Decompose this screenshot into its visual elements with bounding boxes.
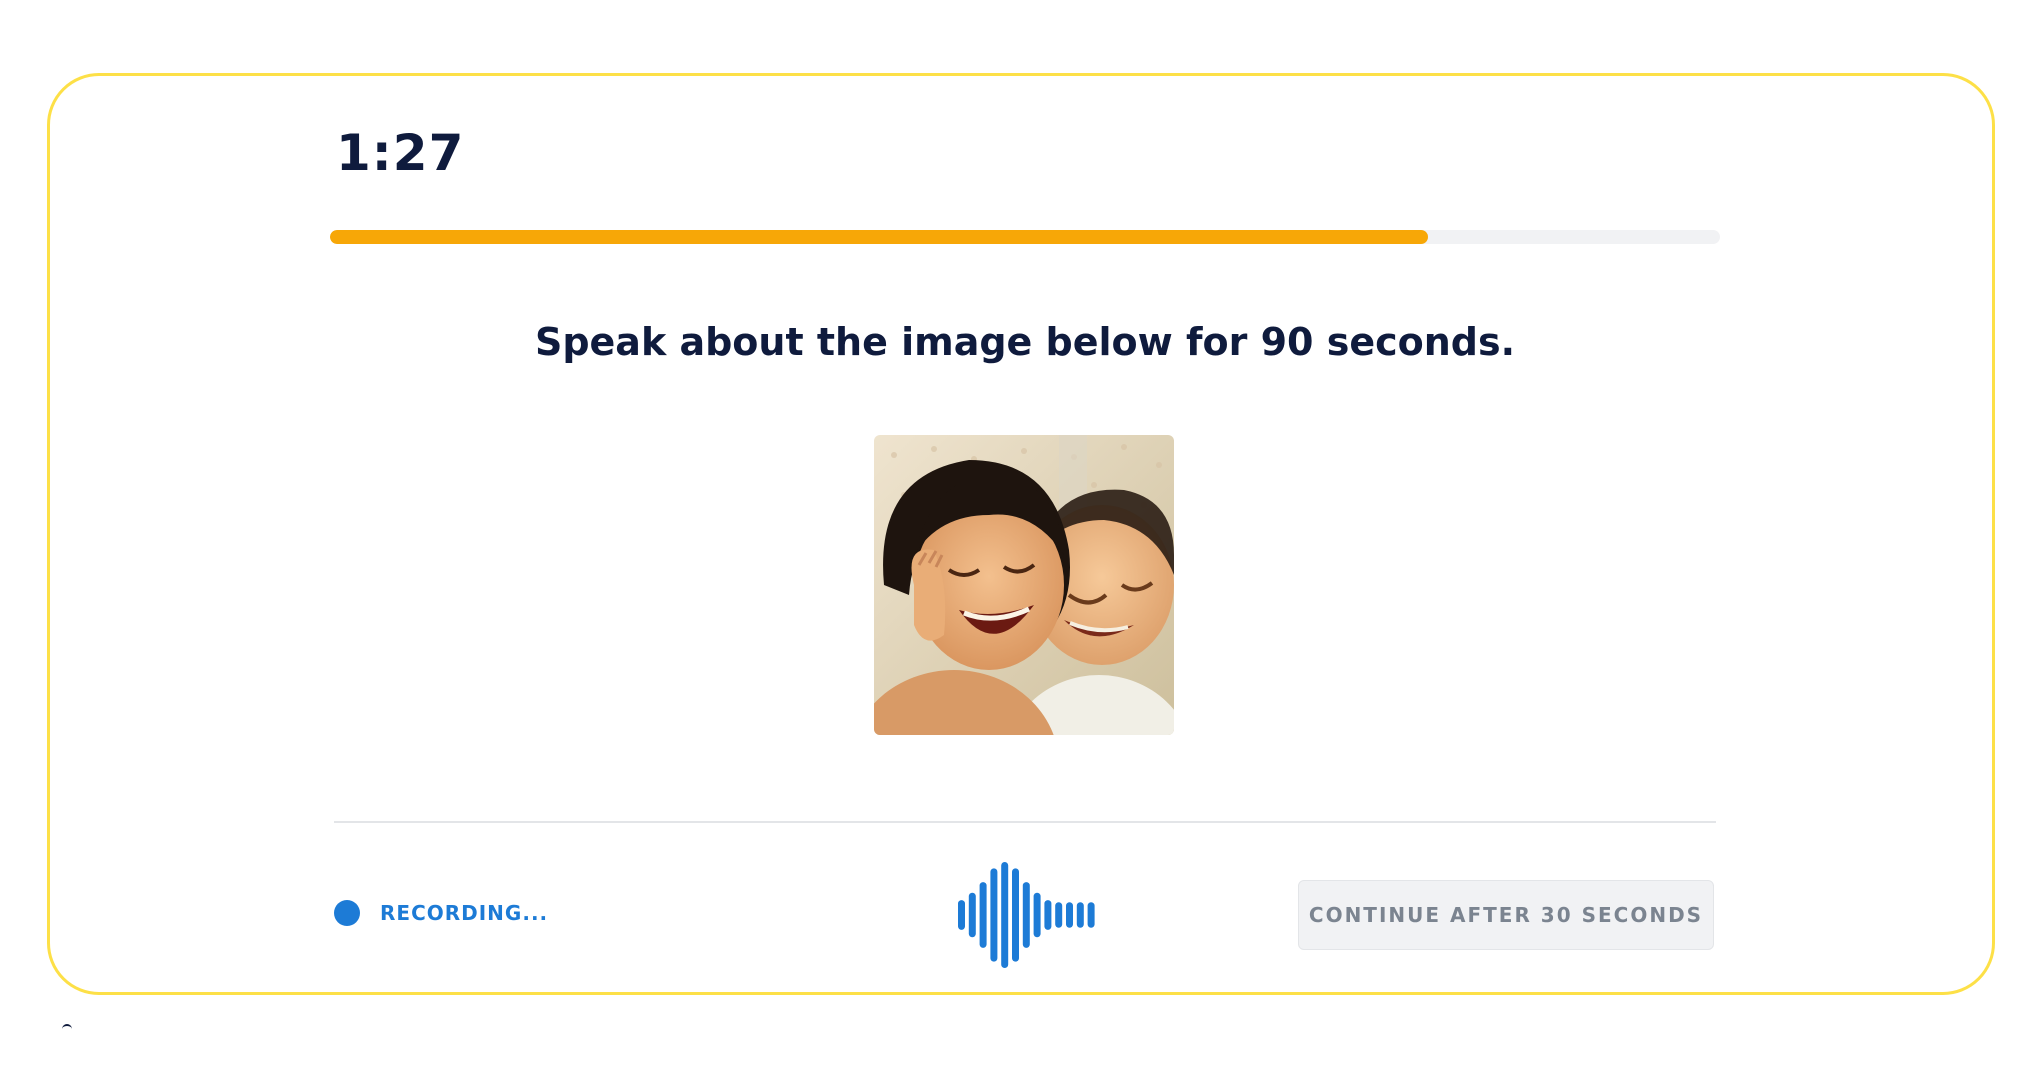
- corner-glyph: [62, 1024, 72, 1032]
- recording-dot-icon: [334, 900, 360, 926]
- waveform-bar: [979, 882, 987, 948]
- waveform-bar: [1001, 862, 1009, 968]
- countdown-timer: 1:27: [336, 124, 465, 182]
- task-prompt: Speak about the image below for 90 secon…: [534, 320, 1516, 364]
- waveform-bar: [1087, 902, 1095, 928]
- waveform-bar: [1066, 902, 1073, 928]
- recording-label: RECORDING...: [380, 901, 549, 925]
- progress-bar-fill: [330, 230, 1429, 244]
- audio-waveform-icon: [958, 862, 1095, 968]
- waveform-bar: [1044, 900, 1052, 930]
- prompt-image: [874, 435, 1174, 735]
- waveform-bar: [968, 892, 976, 938]
- waveform-bar: [1076, 902, 1084, 928]
- waveform-bar: [1033, 892, 1041, 938]
- progress-bar: [330, 230, 1720, 244]
- waveform-bar: [958, 900, 965, 930]
- section-divider: [334, 821, 1716, 823]
- continue-button[interactable]: CONTINUE AFTER 30 SECONDS: [1298, 880, 1714, 950]
- waveform-bar: [990, 868, 998, 962]
- waveform-bar: [1012, 868, 1019, 962]
- waveform-bar: [1022, 882, 1030, 948]
- recording-status: RECORDING...: [334, 900, 548, 926]
- waveform-bar: [1055, 902, 1063, 928]
